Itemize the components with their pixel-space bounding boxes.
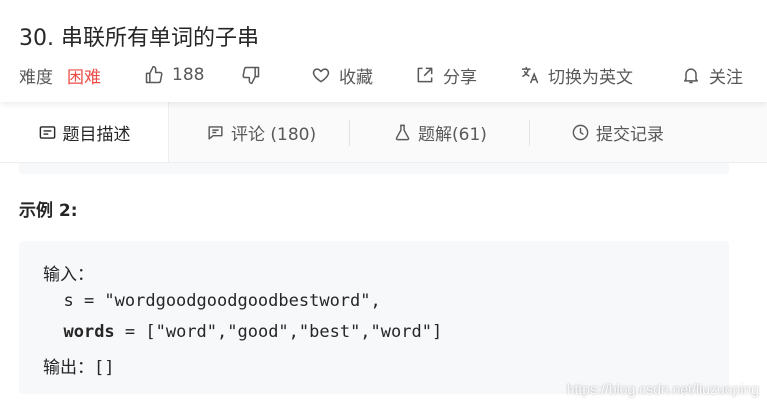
tab-bar: 题目描述 评论 (180) 题解(61) 提交记录 — [0, 102, 767, 163]
clock-icon — [572, 124, 589, 140]
previous-example-box — [19, 162, 729, 174]
tab-comments[interactable]: 评论 (180) — [206, 102, 316, 162]
problem-title: 30. 串联所有单词的子串 — [19, 26, 259, 51]
tab-description-label: 题目描述 — [62, 124, 131, 145]
example-title: 示例 2: — [19, 201, 78, 221]
tab-description[interactable]: 题目描述 — [0, 102, 169, 162]
switch-language-label: 切换为英文 — [548, 67, 633, 88]
tab-divider — [529, 120, 530, 146]
switch-language-button[interactable]: 切换为英文 — [520, 62, 633, 88]
share-label: 分享 — [443, 67, 477, 88]
follow-label: 关注 — [709, 67, 743, 88]
like-button[interactable]: 188 — [144, 62, 204, 88]
difficulty: 难度 困难 — [19, 62, 101, 88]
thumbs-down-icon — [242, 66, 260, 85]
input-s-line: s = "wordgoodgoodgoodbestword", — [43, 291, 381, 311]
bell-icon — [684, 68, 698, 84]
difficulty-value: 困难 — [67, 67, 101, 88]
input-label: 输入： — [43, 265, 94, 285]
share-button[interactable]: 分享 — [415, 62, 477, 88]
thumbs-up-icon — [145, 65, 163, 84]
share-icon — [417, 67, 433, 83]
words-value: = ["word","good","best","word"] — [114, 322, 443, 342]
tab-divider — [349, 120, 350, 146]
dislike-button[interactable] — [241, 62, 269, 88]
words-key: words — [63, 322, 115, 342]
translate-icon — [521, 66, 539, 84]
like-count: 188 — [172, 65, 205, 85]
tab-submissions-label: 提交记录 — [596, 124, 664, 145]
follow-button[interactable]: 关注 — [681, 62, 743, 88]
tab-submissions[interactable]: 提交记录 — [571, 102, 664, 162]
problem-meta-bar: 难度 困难 188 收藏 分享 切换为英文 关注 — [19, 62, 759, 88]
input-words-line: words = ["word","good","best","word"] — [43, 322, 442, 342]
tab-solutions[interactable]: 题解(61) — [393, 102, 487, 162]
problem-header: 30. 串联所有单词的子串 难度 困难 188 收藏 分享 切换为英文 关注 — [0, 0, 767, 102]
output-line: 输出：[] — [43, 358, 115, 378]
comment-icon — [208, 125, 223, 140]
favorite-button[interactable]: 收藏 — [311, 62, 373, 88]
watermark: https://blog.csdn.net/liuzuoping — [566, 381, 759, 397]
difficulty-label: 难度 — [19, 67, 53, 88]
heart-icon — [312, 68, 330, 83]
favorite-label: 收藏 — [339, 67, 373, 88]
flask-icon — [395, 124, 410, 140]
tab-comments-label: 评论 (180) — [231, 124, 317, 145]
tab-solutions-label: 题解(61) — [418, 124, 487, 145]
description-icon — [39, 125, 55, 139]
example-code-block: 输入： s = "wordgoodgoodgoodbestword", word… — [19, 241, 729, 394]
